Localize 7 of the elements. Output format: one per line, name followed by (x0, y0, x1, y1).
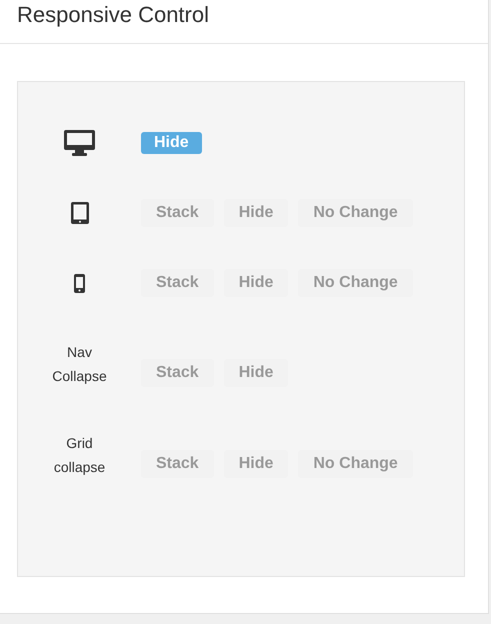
option-button[interactable]: Hide (141, 132, 202, 154)
row-label: Nav Collapse (51, 342, 108, 386)
row-label: Grid collapse (52, 434, 106, 477)
tablet-icon (70, 202, 88, 224)
phone-icon (74, 274, 85, 292)
desktop-icon (64, 130, 95, 156)
panel-title: Responsive Control (17, 4, 209, 29)
